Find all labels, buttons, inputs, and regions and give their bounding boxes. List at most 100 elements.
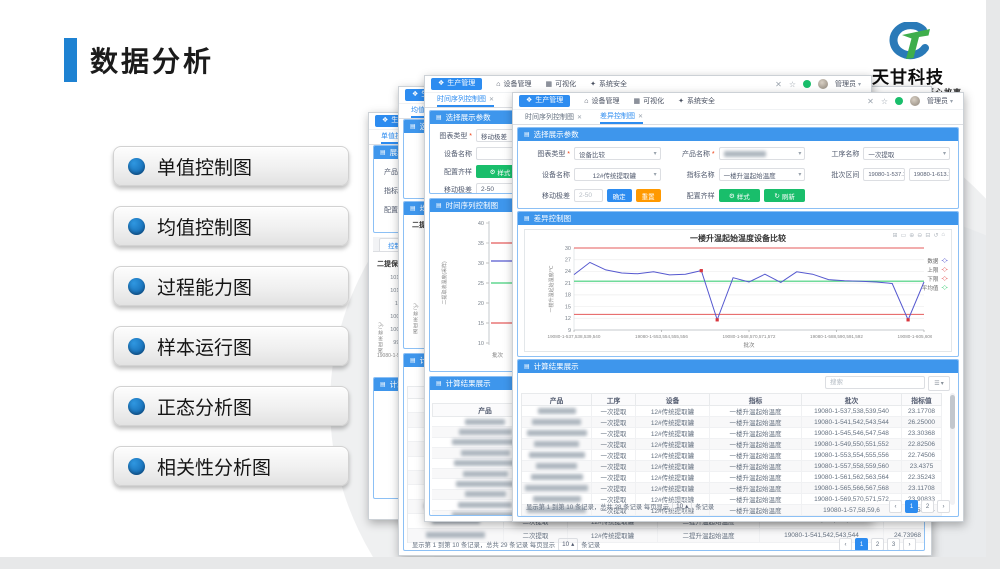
user-menu[interactable]: 管理员 ▾ [927,96,953,106]
svg-text:19080-1-553,554,555,556: 19080-1-553,554,555,556 [635,334,688,339]
page-button[interactable]: 1 [905,500,918,513]
chart-icon: ▦ [546,80,553,88]
tab-time-series-chart[interactable]: 时间序列控制图✕ [437,93,494,107]
nav-production[interactable]: ❖生产管理 [431,78,482,90]
columns-toggle-button[interactable]: ☰▾ [928,376,950,391]
style-button[interactable]: ⚙样式 [719,189,760,202]
avatar[interactable] [910,96,920,106]
product-select[interactable]: ▾ [719,147,806,160]
nav-security[interactable]: ✦系统安全 [678,96,715,106]
reset-button[interactable]: 重置 [636,189,661,202]
svg-text:35: 35 [478,241,484,247]
box-zoom-icon[interactable]: ⊞ [893,232,898,239]
nav-equipment[interactable]: ⌂设备管理 [584,96,619,106]
autoscale-icon[interactable]: ⊟ [925,232,930,239]
w1-chart-ylabel: 温度采样/℃ [377,275,384,353]
bullet-icon [128,338,145,355]
close-tab-icon[interactable]: ✕ [638,113,643,120]
chevron-down-icon: ▾ [798,150,801,157]
menu-item[interactable]: 样本运行图 [113,326,349,366]
svg-text:批次: 批次 [492,351,504,359]
menu-item[interactable]: 单值控制图 [113,146,349,186]
close-icon[interactable]: ✕ [775,80,782,89]
user-menu[interactable]: 管理员 ▾ [835,79,861,89]
avatar[interactable] [818,79,828,89]
page-button[interactable]: 1 [855,538,868,551]
refresh-button[interactable]: ↻刷新 [764,189,805,202]
page-button[interactable]: 2 [921,500,934,513]
per-page-select[interactable]: 10▴ [558,538,578,551]
home-icon: ⌂ [584,98,588,105]
legend-marker-icon: -◇- [941,257,947,264]
close-tab-icon[interactable]: ✕ [489,96,494,103]
product-cell [522,406,592,417]
menu-item[interactable]: 均值控制图 [113,206,349,246]
col-header: 设备 [636,394,710,406]
tab-label: 时间序列控制图 [525,112,574,122]
chart-title: 一楼升温起始温度设备比较 [525,233,951,244]
col-header: 指标 [710,394,802,406]
search-input[interactable] [825,376,925,389]
nav-visualization[interactable]: ▦可视化 [634,96,665,106]
zoom-in-icon[interactable]: ⊕ [909,232,914,239]
close-icon[interactable]: ✕ [867,97,874,106]
legend-item[interactable]: 平均值-◇- [922,283,947,292]
device-select[interactable]: 12#传统提取罐▾ [574,168,661,181]
notification-dot[interactable] [803,80,811,88]
next-page-button[interactable]: › [903,538,916,551]
svg-text:20: 20 [478,301,484,307]
line-chart-canvas[interactable]: 30272421181512919080-1-537,538,539,54019… [544,244,932,350]
legend-item[interactable]: 上限-◇- [922,265,947,274]
chart-icon: ▤ [524,215,530,222]
next-page-button[interactable]: › [937,500,950,513]
menu-item[interactable]: 相关性分析图 [113,446,349,486]
zoom-out-icon[interactable]: ⊖ [917,232,922,239]
notification-dot[interactable] [895,97,903,105]
svg-text:15: 15 [478,321,484,327]
confirm-button[interactable]: 确定 [607,189,632,202]
legend-item[interactable]: 下限-◇- [922,274,947,283]
nav-production[interactable]: ❖生产管理 [519,95,570,107]
params-icon: ▤ [524,131,530,138]
table-cell: 26.25000 [902,417,942,428]
nav-visualization[interactable]: ▦可视化 [546,79,577,89]
tab-time-series-chart[interactable]: 时间序列控制图✕ [525,110,582,124]
batch-to-input[interactable]: 19080-1-613.1 [909,168,950,181]
table-cell: 一次提取 [592,461,636,472]
per-page-select[interactable]: 10▴ [672,500,692,513]
svg-text:批次: 批次 [743,341,755,349]
nav-equipment[interactable]: ⌂设备管理 [496,79,531,89]
star-icon[interactable]: ☆ [881,97,888,106]
process-select[interactable]: 一次提取▾ [863,147,950,160]
redacted-product [461,450,510,456]
table-cell: 一楼升温起始温度 [710,417,802,428]
page-button[interactable]: 3 [887,538,900,551]
moving-range-input[interactable]: 2-50 [574,189,603,202]
batch-from-input[interactable]: 19080-1-537.1 [863,168,904,181]
table-cell: 19080-1-545,546,547,548 [802,428,902,439]
results-table: 产品工序设备指标批次指标值一次提取12#传统提取罐一楼升温起始温度19080-1… [521,393,942,516]
tab-diff-chart[interactable]: 差异控制图✕ [600,110,643,124]
redacted-product [465,419,505,425]
chart-type-select[interactable]: 设备比较▾ [574,147,661,160]
metric-select[interactable]: 一楼升温起始温度▾ [719,168,806,181]
bullet-icon [128,398,145,415]
star-icon[interactable]: ☆ [789,80,796,89]
page-button[interactable]: 2 [871,538,884,551]
chevron-up-icon: ▴ [685,503,688,510]
prev-page-button[interactable]: ‹ [889,500,902,513]
lasso-select-icon[interactable]: ▭ [901,232,907,239]
prev-page-button[interactable]: ‹ [839,538,852,551]
wd-results-header: ▤ 计算结果展示 [518,360,958,373]
download-icon[interactable]: ⌂ [941,232,945,239]
pagination-suffix: 条记录 [695,502,714,511]
table-scrollbar[interactable] [950,393,955,505]
reset-view-icon[interactable]: ↺ [933,232,938,239]
close-tab-icon[interactable]: ✕ [577,114,582,121]
menu-item[interactable]: 过程能力图 [113,266,349,306]
chevron-down-icon: ▾ [654,150,657,157]
menu-item[interactable]: 正态分析图 [113,386,349,426]
legend-item[interactable]: 数据-◇- [922,256,947,265]
scrollbar-thumb[interactable] [950,395,955,429]
nav-security[interactable]: ✦系统安全 [590,79,627,89]
